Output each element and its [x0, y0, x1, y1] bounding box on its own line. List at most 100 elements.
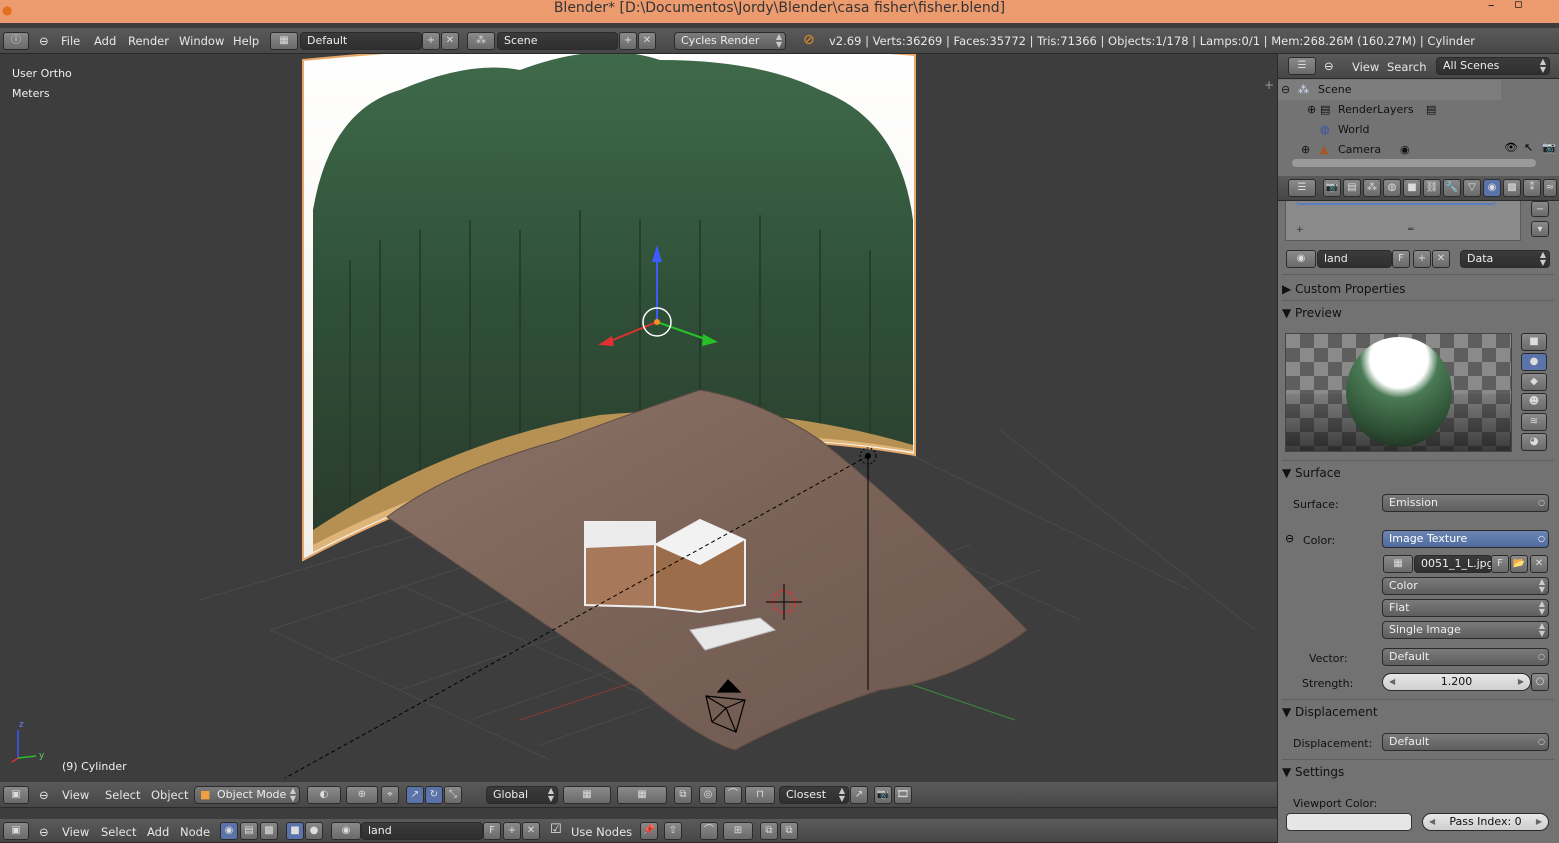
- unlink-image-icon[interactable]: ✕: [1530, 555, 1548, 573]
- 3d-viewport[interactable]: +: [0, 54, 1277, 782]
- editor-type-info-icon[interactable]: ⓘ: [3, 32, 29, 50]
- pin-icon[interactable]: 📌: [640, 822, 658, 840]
- add-material-icon[interactable]: +: [1413, 250, 1431, 268]
- texture-nodes-icon[interactable]: ▩: [260, 822, 278, 840]
- object-tab-icon[interactable]: ■: [1403, 179, 1421, 197]
- editor-type-outliner-icon[interactable]: ☰: [1288, 57, 1316, 75]
- outliner-menu-search[interactable]: Search: [1387, 60, 1427, 74]
- proportional-edit-icon[interactable]: ◎: [699, 786, 717, 804]
- scene-field[interactable]: Scene: [497, 32, 618, 50]
- editor-type-3d-icon[interactable]: ▣: [3, 786, 29, 804]
- preview-sphere-icon[interactable]: ●: [1521, 353, 1547, 371]
- opengl-render-icon[interactable]: 📷: [874, 786, 892, 804]
- decrement-arrow-icon[interactable]: ◀: [1429, 814, 1435, 830]
- toolshelf-plus-icon[interactable]: +: [1264, 78, 1274, 92]
- list-resize-grip-icon[interactable]: ═: [1408, 225, 1413, 235]
- strength-field[interactable]: ◀ 1.200 ▶: [1382, 673, 1531, 691]
- material-fake-user-button[interactable]: F: [1392, 250, 1410, 268]
- color-space-dropdown[interactable]: Color ▲ ▼: [1382, 577, 1549, 595]
- outliner-scrollbar[interactable]: [1292, 159, 1536, 167]
- collapse-toggle-icon[interactable]: ⊖: [1281, 80, 1290, 100]
- paste-nodes-icon[interactable]: ⧉: [780, 822, 798, 840]
- maximize-icon[interactable]: ▫: [1514, 0, 1523, 13]
- render-engine-dropdown[interactable]: Cycles Render ▲ ▼: [674, 32, 786, 50]
- material-link-dropdown[interactable]: Data ▲ ▼: [1460, 250, 1550, 268]
- panel-surface[interactable]: ▼ Surface: [1282, 462, 1554, 484]
- pivot-point-icon[interactable]: ⊕: [346, 786, 378, 804]
- menu-object[interactable]: Object: [151, 788, 188, 802]
- expand-toggle-icon[interactable]: ⊕: [1301, 140, 1310, 160]
- preview-cube-icon[interactable]: ◆: [1521, 373, 1547, 391]
- expand-toggle-icon[interactable]: ⊕: [1307, 100, 1316, 120]
- object-data-tab-icon[interactable]: ▽: [1463, 179, 1481, 197]
- modifiers-tab-icon[interactable]: 🔧: [1443, 179, 1461, 197]
- preview-flat-icon[interactable]: ■: [1521, 333, 1547, 351]
- preview-monkey-icon[interactable]: ☻: [1521, 393, 1547, 411]
- menu-view[interactable]: View: [62, 825, 89, 839]
- remove-screen-icon[interactable]: ✕: [441, 32, 459, 50]
- image-fake-user-button[interactable]: F: [1491, 555, 1509, 573]
- outliner-filter-dropdown[interactable]: All Scenes ▲ ▼: [1436, 57, 1550, 75]
- panel-custom-properties[interactable]: ▶ Custom Properties: [1282, 278, 1554, 300]
- remove-slot-icon[interactable]: −: [1531, 201, 1549, 217]
- render-camera-icon[interactable]: 📷: [1542, 141, 1556, 154]
- manipulator-toggle-icon[interactable]: ⌖: [381, 786, 399, 804]
- layer-buttons-2[interactable]: ▦: [617, 786, 667, 804]
- image-source-dropdown[interactable]: Single Image ▲ ▼: [1382, 621, 1549, 639]
- menu-add[interactable]: Add: [147, 825, 169, 839]
- menu-add[interactable]: Add: [94, 34, 116, 48]
- preview-hair-icon[interactable]: ≋: [1521, 413, 1547, 431]
- panel-displacement[interactable]: ▼ Displacement: [1282, 701, 1554, 723]
- copy-nodes-icon[interactable]: ⧉: [760, 822, 778, 840]
- vector-input-dropdown[interactable]: Default ○: [1382, 648, 1549, 666]
- viewport-scene[interactable]: [0, 54, 1277, 782]
- parent-node-tree-icon[interactable]: ⇧: [664, 822, 682, 840]
- snap-align-icon[interactable]: ↗: [850, 786, 868, 804]
- selectable-cursor-icon[interactable]: ↖: [1524, 141, 1533, 154]
- material-name-field[interactable]: land: [361, 822, 483, 840]
- menu-window[interactable]: Window: [179, 34, 224, 48]
- menu-help[interactable]: Help: [233, 34, 259, 48]
- orientation-dropdown[interactable]: Global ▲ ▼: [486, 786, 558, 804]
- collapse-menu-icon[interactable]: ⊖: [39, 34, 49, 48]
- surface-shader-dropdown[interactable]: Emission ○: [1382, 494, 1549, 512]
- panel-preview[interactable]: ▼ Preview: [1282, 302, 1554, 324]
- add-material-icon[interactable]: +: [503, 822, 521, 840]
- use-nodes-checkbox[interactable]: ☑: [550, 822, 562, 837]
- menu-file[interactable]: File: [61, 34, 80, 48]
- render-tab-icon[interactable]: 📷: [1323, 179, 1341, 197]
- scene-tab-icon[interactable]: ⁂: [1363, 179, 1381, 197]
- outliner-row-world[interactable]: ◍ World: [1278, 120, 1501, 140]
- menu-render[interactable]: Render: [128, 34, 169, 48]
- viewport-shading-icon[interactable]: ◐: [307, 786, 341, 804]
- increment-arrow-icon[interactable]: ▶: [1518, 674, 1524, 690]
- remove-scene-icon[interactable]: ✕: [638, 32, 656, 50]
- shader-nodes-icon[interactable]: ◉: [220, 822, 238, 840]
- collapse-menu-icon[interactable]: ⊖: [39, 825, 49, 839]
- collapse-menu-icon[interactable]: ⊖: [39, 788, 49, 802]
- physics-tab-icon[interactable]: ≈: [1543, 179, 1557, 197]
- increment-arrow-icon[interactable]: ▶: [1536, 814, 1542, 830]
- outliner-row-camera[interactable]: ⊕ ▲ Camera ◉: [1278, 140, 1501, 160]
- layer-lock-icon[interactable]: ⧉: [674, 786, 692, 804]
- rotate-manipulator-icon[interactable]: ↻: [425, 786, 443, 804]
- preview-sphere-sky-icon[interactable]: ◕: [1521, 433, 1547, 451]
- material-slots-list[interactable]: + ═: [1285, 201, 1521, 241]
- material-browse-icon[interactable]: ◉: [331, 822, 361, 840]
- snap-toggle-icon[interactable]: ⌒: [724, 786, 742, 804]
- world-tab-icon[interactable]: ◍: [1383, 179, 1401, 197]
- object-shader-icon[interactable]: ■: [286, 822, 304, 840]
- viewport-color-swatch[interactable]: [1286, 813, 1412, 831]
- add-screen-icon[interactable]: +: [422, 32, 440, 50]
- compositing-nodes-icon[interactable]: ▤: [240, 822, 258, 840]
- displacement-input-dropdown[interactable]: Default ○: [1382, 733, 1549, 751]
- add-scene-icon[interactable]: +: [619, 32, 637, 50]
- menu-select[interactable]: Select: [105, 788, 140, 802]
- collapse-menu-icon[interactable]: ⊖: [1324, 59, 1334, 73]
- open-image-icon[interactable]: 📂: [1510, 555, 1528, 573]
- image-browse-icon[interactable]: ▦: [1383, 555, 1413, 573]
- snap-toggle-icon[interactable]: ⌒: [700, 822, 718, 840]
- snap-element-icon[interactable]: ⊓: [745, 786, 775, 804]
- fake-user-button[interactable]: F: [483, 822, 501, 840]
- material-tab-icon[interactable]: ◉: [1483, 179, 1501, 197]
